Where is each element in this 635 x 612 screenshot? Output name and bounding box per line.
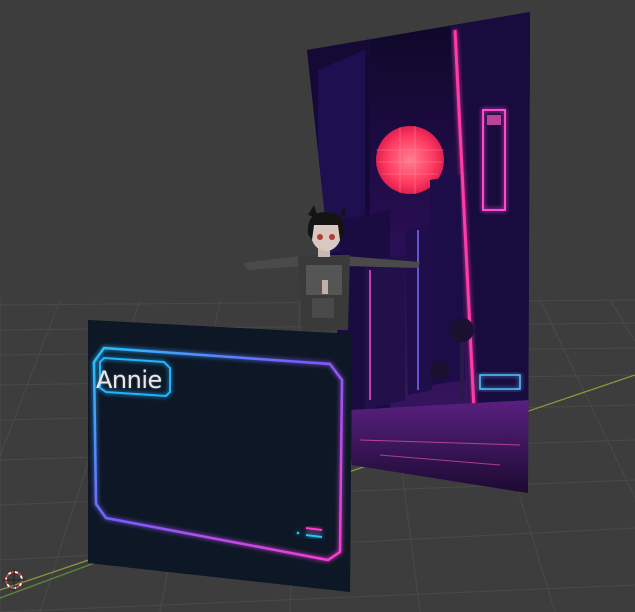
dialog-card-plane[interactable] [88,320,352,592]
3d-viewport[interactable]: Annie [0,0,635,612]
viewport-scene [0,12,635,612]
character-name-label: Annie [96,366,162,394]
